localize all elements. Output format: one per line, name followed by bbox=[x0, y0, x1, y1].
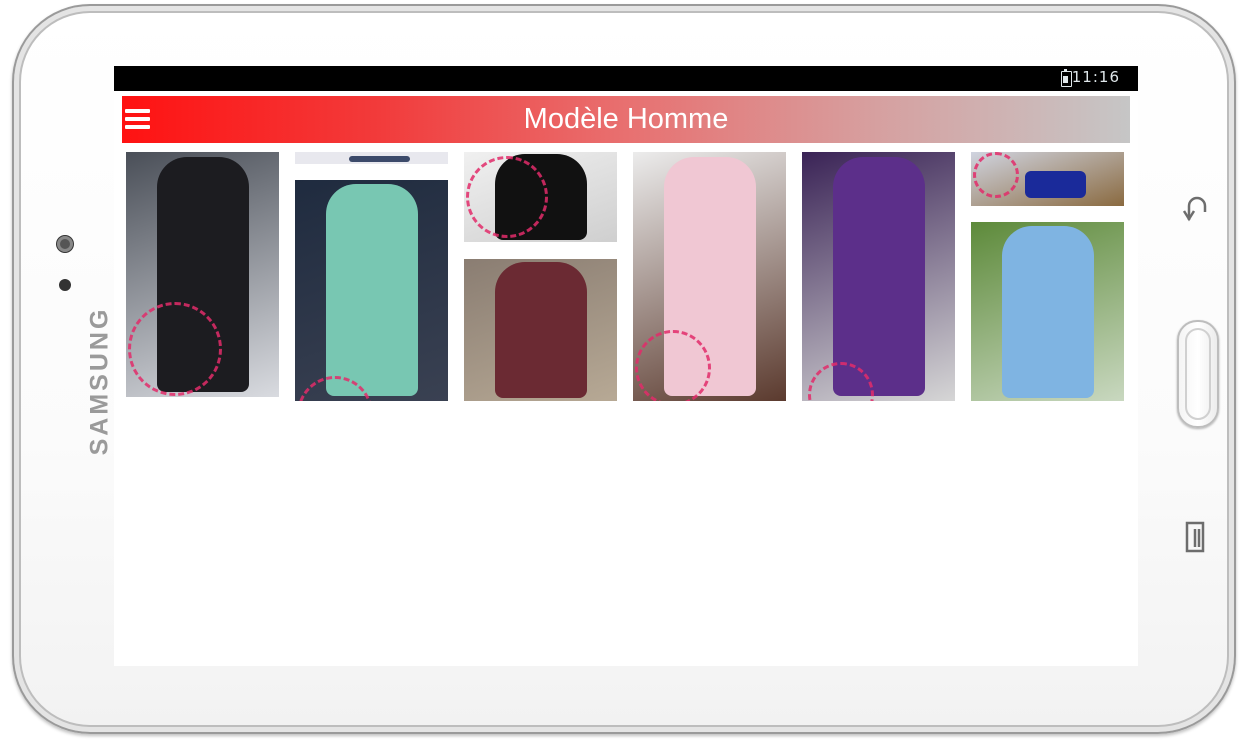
app-screen: 11:16 Modèle Homme bbox=[114, 66, 1138, 666]
watermark-stamp bbox=[128, 302, 222, 396]
watermark-stamp bbox=[635, 330, 711, 401]
photo-pink-outfit[interactable] bbox=[633, 152, 786, 401]
status-time: 11:16 bbox=[1071, 68, 1120, 86]
garment-figure bbox=[495, 262, 587, 398]
photo-black-outfit[interactable] bbox=[126, 152, 279, 397]
garment-figure bbox=[326, 184, 418, 396]
status-bar: 11:16 bbox=[114, 66, 1138, 91]
front-camera bbox=[57, 236, 73, 252]
photo-light-blue-outfit[interactable] bbox=[971, 222, 1124, 401]
photo-shoes-white[interactable] bbox=[464, 152, 617, 242]
photo-blue-loafers[interactable] bbox=[971, 152, 1124, 206]
back-key-icon[interactable] bbox=[1180, 192, 1212, 224]
menu-key-icon[interactable] bbox=[1184, 520, 1208, 556]
battery-icon bbox=[1061, 69, 1072, 87]
garment-figure bbox=[833, 157, 925, 396]
garment-figure bbox=[349, 156, 410, 162]
photo-purple-outfit[interactable] bbox=[802, 152, 955, 401]
home-button[interactable] bbox=[1177, 320, 1219, 428]
photo-maroon-striped[interactable] bbox=[464, 259, 617, 401]
watermark-stamp bbox=[466, 156, 548, 238]
garment-figure bbox=[1002, 226, 1094, 398]
photo-partial-top[interactable] bbox=[295, 152, 448, 164]
page-title: Modèle Homme bbox=[523, 103, 729, 135]
app-bar: Modèle Homme bbox=[122, 96, 1130, 143]
photo-mint-outfit[interactable] bbox=[295, 180, 448, 401]
proximity-sensor bbox=[59, 279, 71, 291]
watermark-stamp bbox=[973, 152, 1019, 198]
garment-figure bbox=[1025, 171, 1086, 198]
